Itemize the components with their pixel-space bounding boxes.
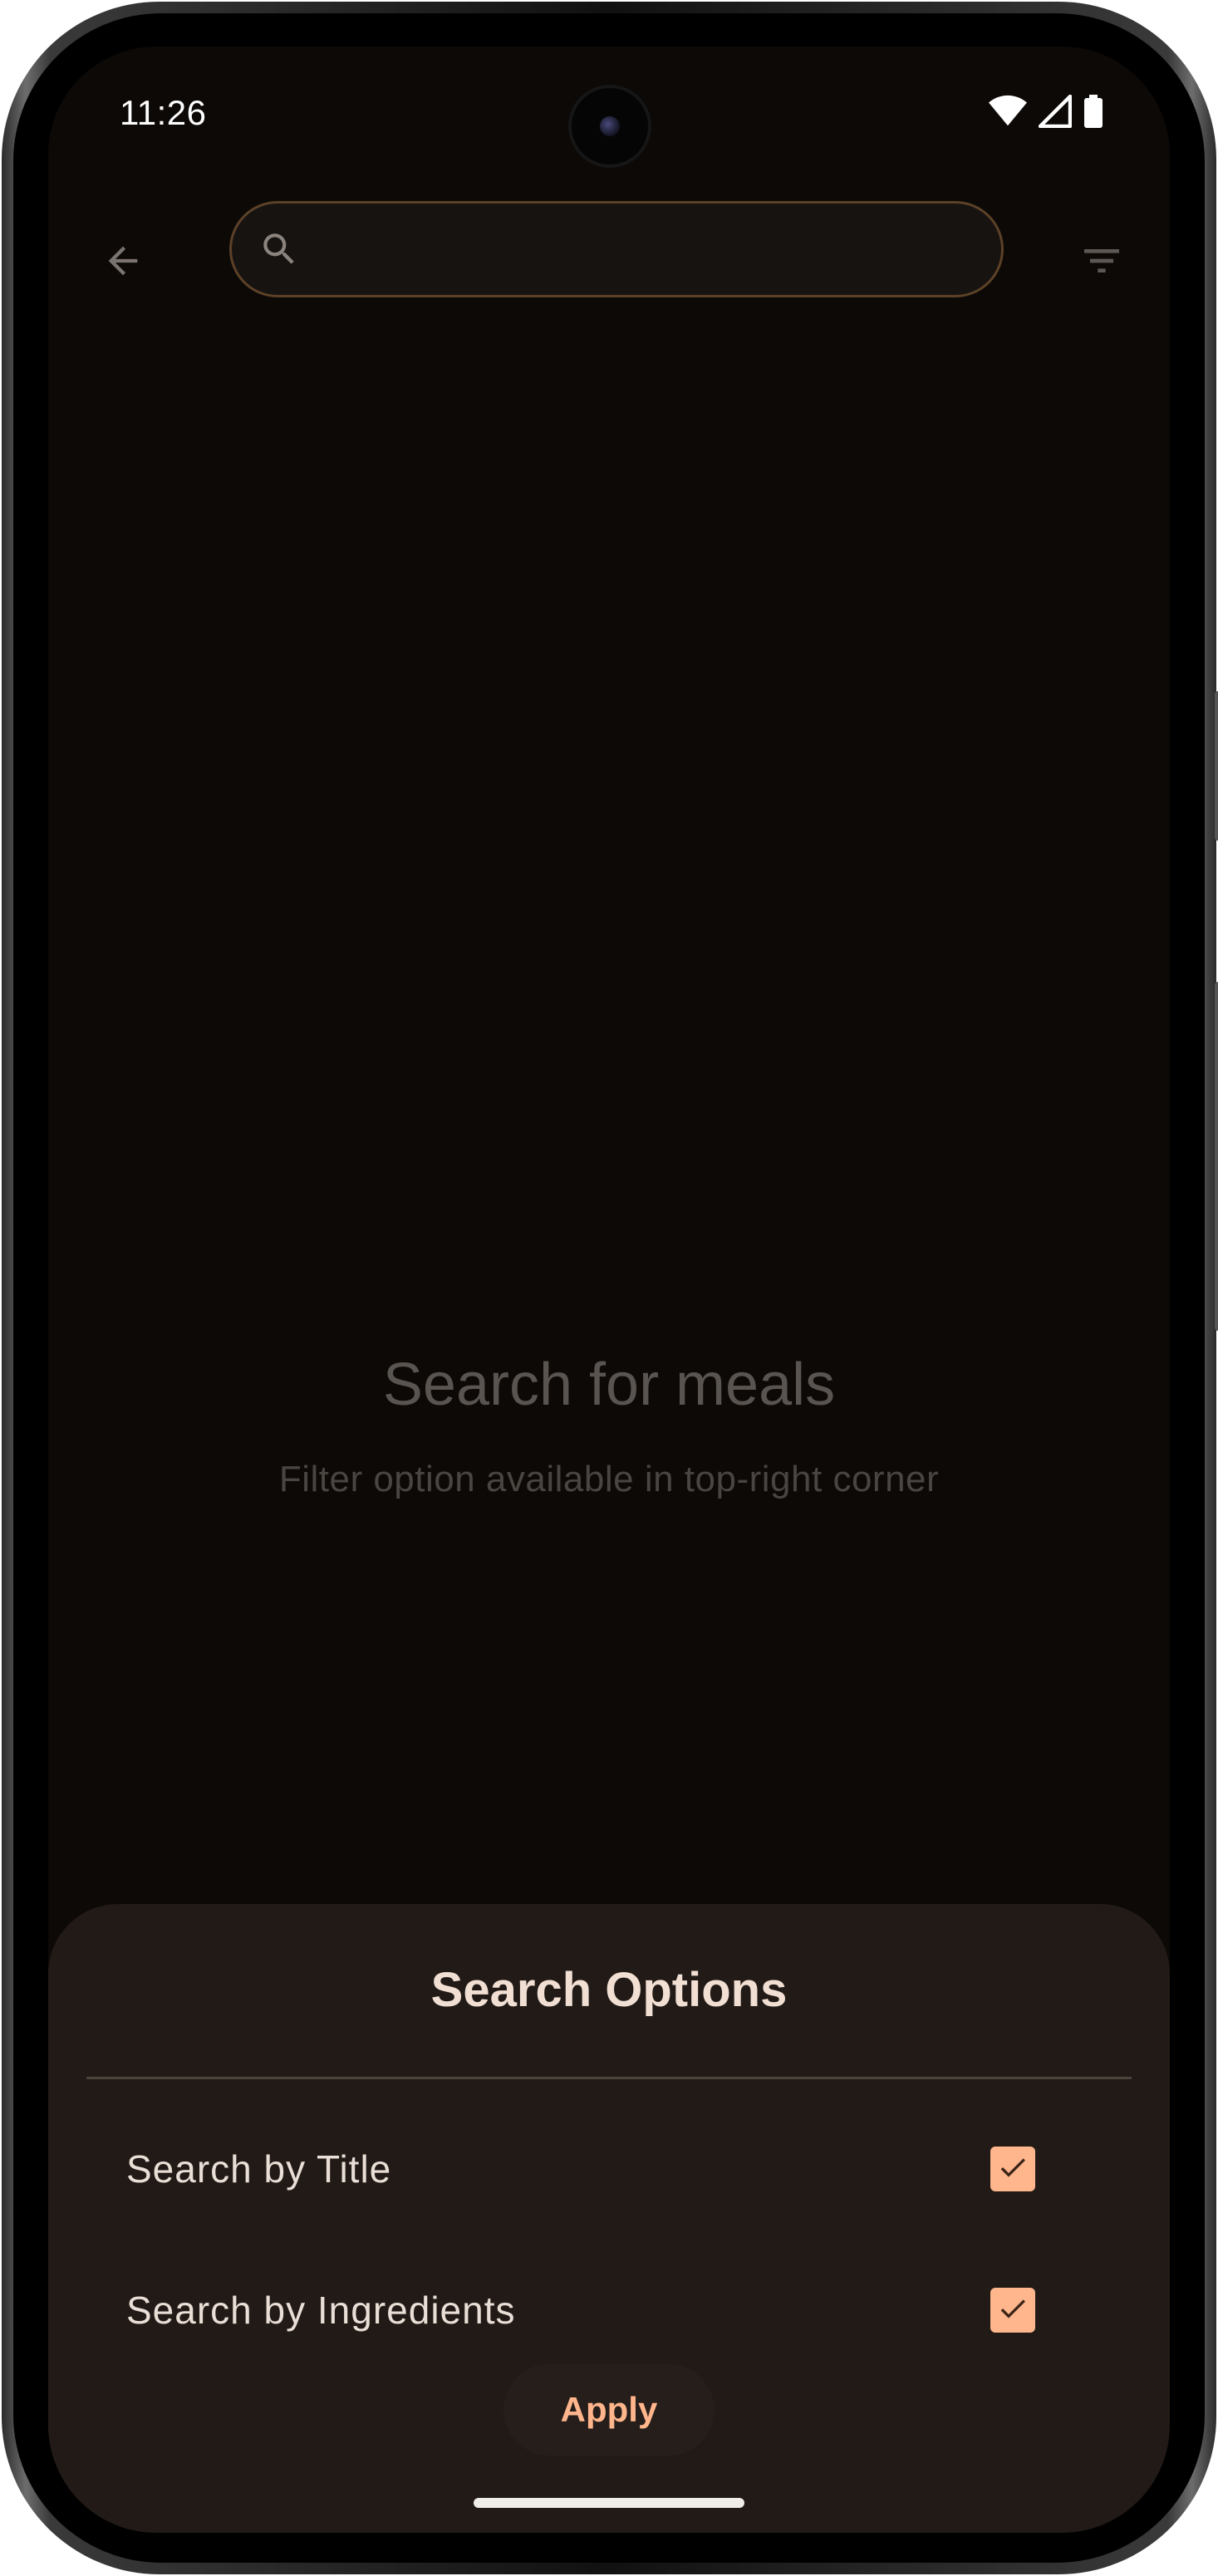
battery-icon xyxy=(1083,95,1103,132)
cellular-signal-icon xyxy=(1038,94,1073,132)
wifi-icon xyxy=(989,95,1027,132)
divider xyxy=(86,2077,1132,2079)
volume-button xyxy=(1215,691,1218,841)
sheet-title: Search Options xyxy=(430,1963,788,2017)
check-icon xyxy=(996,2151,1029,2188)
status-icons xyxy=(989,94,1103,132)
option-search-by-ingredients[interactable]: Search by Ingredients xyxy=(48,2248,1170,2372)
home-indicator[interactable] xyxy=(474,2498,744,2508)
back-button[interactable] xyxy=(90,229,156,296)
phone-frame: 11:26 Search for meals Filter option ava… xyxy=(2,2,1218,2574)
search-input[interactable] xyxy=(312,229,976,269)
status-time: 11:26 xyxy=(120,93,207,132)
apply-button[interactable]: Apply xyxy=(503,2364,715,2456)
arrow-back-icon xyxy=(101,239,145,287)
empty-state-title: Search for meals xyxy=(382,1352,836,1418)
filter-button[interactable] xyxy=(1067,229,1137,296)
search-icon xyxy=(257,227,302,272)
check-icon xyxy=(996,2292,1029,2329)
ingredients-checkbox[interactable] xyxy=(990,2288,1035,2333)
search-options-sheet: Search Options Search by Title Search by… xyxy=(48,1904,1170,2533)
filter-list-icon xyxy=(1078,238,1125,288)
option-label: Search by Ingredients xyxy=(126,2289,516,2332)
option-label: Search by Title xyxy=(126,2147,392,2191)
title-checkbox[interactable] xyxy=(990,2147,1035,2191)
option-search-by-title[interactable]: Search by Title xyxy=(48,2107,1170,2231)
power-button xyxy=(1215,982,1218,1331)
front-camera xyxy=(572,88,648,164)
search-bar[interactable] xyxy=(229,201,1004,297)
empty-state-subtitle: Filter option available in top-right cor… xyxy=(278,1459,940,1499)
screen: 11:26 Search for meals Filter option ava… xyxy=(48,47,1170,2533)
